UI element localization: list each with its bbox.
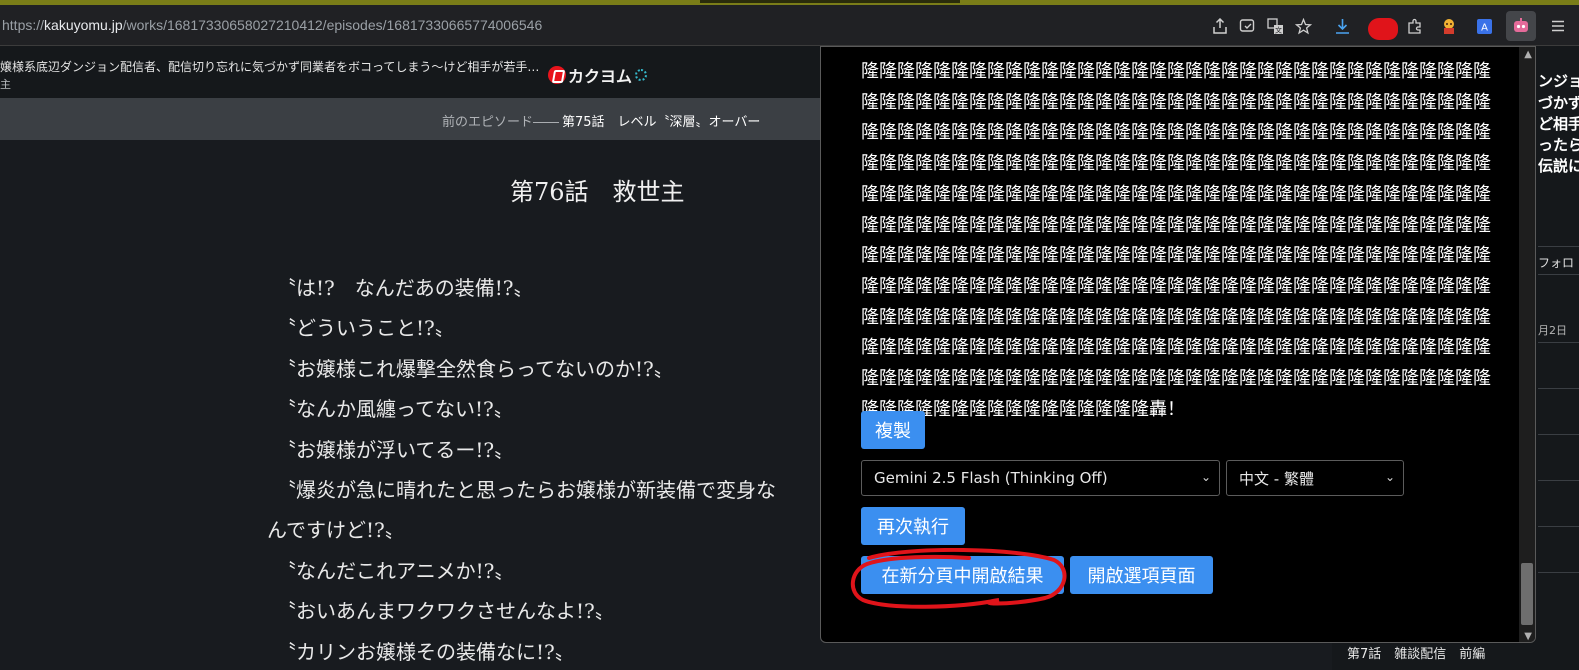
url-host: kakuyomu.jp: [44, 17, 123, 33]
work-info-panel: ンジョ づかず ど相手 ったら 伝説に フォロ 月2日: [1530, 46, 1579, 670]
series-title-link[interactable]: 嬢様系底辺ダンジョン配信者、配信切り忘れに気づかず同業者をボコってしまう〜けど相…: [0, 58, 539, 75]
active-tab-indicator: [700, 0, 960, 3]
logo-text: カクヨム: [568, 67, 633, 86]
episode-list-item[interactable]: 第7話 雑談配信 前編: [1332, 640, 1532, 670]
language-select-value: 中文 - 繁體: [1239, 469, 1314, 488]
open-options-page-button[interactable]: 開啟選項頁面: [1070, 556, 1213, 594]
model-select-value: Gemini 2.5 Flash (Thinking Off): [874, 469, 1108, 487]
scroll-up-arrow-icon[interactable]: ▲: [1524, 49, 1532, 60]
bookmark-star-icon[interactable]: [1291, 14, 1315, 38]
kakuyomu-logo[interactable]: カクヨム: [548, 63, 648, 87]
episode-line: 〝お嬢様これ爆撃全然食らってないのか!?〟: [276, 357, 674, 381]
translate-icon[interactable]: 文: [1263, 14, 1287, 38]
episode-line: 〝おいあんまワクワクさせんなよ!?〟: [276, 599, 615, 623]
episode-line: 〝なんだこれアニメか!?〟: [276, 559, 515, 583]
scroll-down-arrow-icon[interactable]: ▼: [1524, 631, 1532, 642]
work-title-fragment: ど相手: [1538, 115, 1579, 133]
address-bar-url[interactable]: https://kakuyomu.jp/works/16817330658027…: [2, 17, 542, 33]
divider: [1538, 434, 1579, 435]
work-title-fragment: ったら: [1538, 136, 1579, 154]
episode-line: んですけど!?〟: [267, 518, 405, 542]
episode-line: 〝お嬢様が浮いてるー!?〟: [276, 438, 515, 462]
extension-translate-icon[interactable]: A: [1472, 14, 1496, 38]
episode-line: 〝は!? なんだあの装備!?〟: [276, 276, 534, 300]
chevron-down-icon: ⌄: [1200, 470, 1211, 484]
extension-character-icon[interactable]: [1437, 14, 1461, 38]
divider: [1538, 572, 1579, 573]
series-author[interactable]: 主: [0, 76, 11, 92]
update-date: 月2日: [1538, 324, 1567, 337]
divider: [1538, 342, 1579, 343]
divider: [1538, 480, 1579, 481]
popup-scrollbar[interactable]: ▲ ▼: [1519, 47, 1535, 642]
rerun-button[interactable]: 再次執行: [861, 507, 965, 545]
episode-line: 〝爆炎が急に晴れたと思ったらお嬢様が新装備で変身な: [276, 478, 776, 502]
episode-line: 〝カリンお嬢様その装備なに!?〟: [276, 640, 575, 664]
divider: [1538, 274, 1579, 275]
prev-episode-title[interactable]: 第75話 レベル〝深層〟オーバー: [562, 111, 760, 130]
language-select[interactable]: 中文 - 繁體 ⌄: [1226, 460, 1404, 496]
extension-popup: 隆隆隆隆隆隆隆隆隆隆隆隆隆隆隆隆隆隆隆隆隆隆隆隆隆隆隆隆隆隆隆隆隆隆隆隆隆隆隆隆…: [820, 46, 1536, 643]
work-title-fragment: づかず: [1538, 94, 1579, 112]
menu-icon[interactable]: [1546, 14, 1570, 38]
model-select[interactable]: Gemini 2.5 Flash (Thinking Off) ⌄: [861, 460, 1220, 496]
share-icon[interactable]: [1208, 14, 1232, 38]
extensions-puzzle-icon[interactable]: [1402, 14, 1426, 38]
prev-episode-link[interactable]: 前のエピソード――: [442, 111, 559, 130]
chevron-down-icon: ⌄: [1384, 470, 1395, 484]
episode-line: 〝どういうこと!?〟: [276, 316, 455, 340]
work-title-fragment: ンジョ: [1538, 72, 1579, 90]
extension-red-icon[interactable]: [1368, 18, 1398, 40]
svg-text:文: 文: [1275, 25, 1282, 34]
logo-mark-icon: [548, 66, 566, 84]
url-path: /works/16817330658027210412/episodes/168…: [122, 17, 543, 33]
download-icon[interactable]: [1330, 14, 1354, 38]
episode-title: 第76話 救世主: [510, 178, 685, 206]
episode-line: 〝なんか風纏ってない!?〟: [276, 397, 514, 421]
episode-list-item-label: 第7話 雑談配信 前編: [1347, 647, 1486, 662]
follow-button[interactable]: フォロ: [1538, 254, 1574, 271]
copy-button[interactable]: 複製: [861, 411, 925, 449]
divider: [1538, 246, 1579, 247]
install-icon[interactable]: [1235, 14, 1259, 38]
svg-text:A: A: [1481, 22, 1488, 33]
translation-result-text: 隆隆隆隆隆隆隆隆隆隆隆隆隆隆隆隆隆隆隆隆隆隆隆隆隆隆隆隆隆隆隆隆隆隆隆隆隆隆隆隆…: [861, 61, 1491, 420]
divider: [1538, 526, 1579, 527]
work-title-fragment: 伝説に: [1538, 157, 1579, 175]
logo-dots-icon: [635, 69, 648, 81]
url-scheme: https://: [2, 17, 45, 33]
open-result-in-new-tab-button[interactable]: 在新分頁中開啟結果: [861, 556, 1064, 594]
scrollbar-thumb[interactable]: [1521, 563, 1533, 625]
extension-bot-icon[interactable]: [1506, 11, 1536, 41]
divider: [1538, 388, 1579, 389]
browser-toolbar: https://kakuyomu.jp/works/16817330658027…: [0, 5, 1579, 46]
